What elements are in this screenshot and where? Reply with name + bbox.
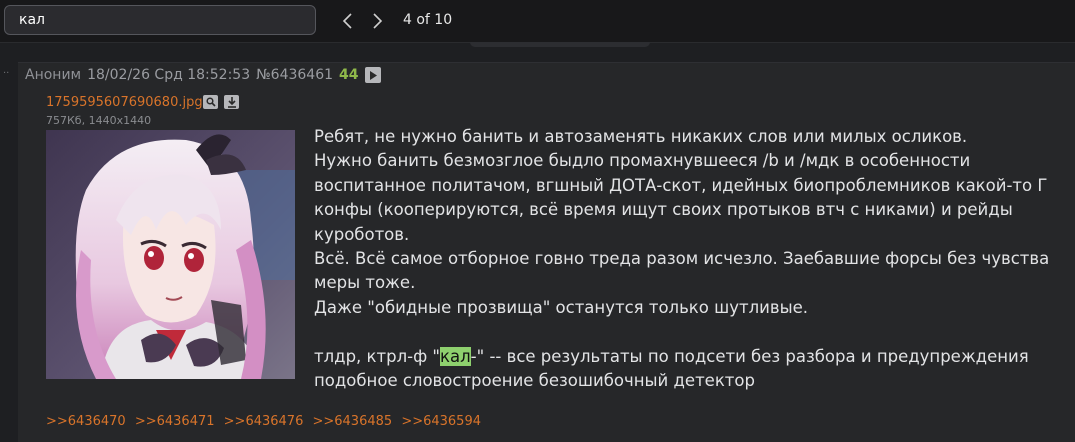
post-image-thumbnail[interactable]: [46, 130, 295, 379]
find-previous-button[interactable]: [336, 8, 360, 34]
post-text-line: куроботов.: [314, 224, 410, 244]
reply-link[interactable]: >>6436476: [224, 414, 304, 429]
post-body: Ребят, не нужно банить и автозаменять ни…: [314, 125, 1064, 393]
post-reply-count[interactable]: 44: [339, 67, 358, 83]
reply-link[interactable]: >>6436470: [46, 414, 126, 429]
find-result-count: 4 of 10: [403, 12, 453, 28]
play-icon: [369, 70, 377, 80]
post-text-blank: [314, 320, 1064, 344]
post-menu-button[interactable]: [364, 67, 381, 83]
find-match-highlight: кал: [440, 346, 471, 366]
download-button[interactable]: [224, 95, 239, 109]
post-text-fragment: -" -- все результаты по подсети без разб…: [470, 346, 1029, 366]
download-icon: [227, 96, 236, 108]
chevron-left-icon: [342, 13, 352, 29]
post-text-line: Ребят, не нужно банить и автозаменять ни…: [314, 127, 968, 146]
post-text-line: Всё. Всё самое отборное говно треда разо…: [314, 249, 1050, 269]
post-replies: >>6436470 >>6436471 >>6436476 >>6436485 …: [46, 414, 486, 429]
post-date: 18/02/26 Срд 18:52:53: [87, 67, 251, 83]
find-bar: 4 of 10: [0, 0, 1075, 42]
anime-girl-image: [46, 130, 295, 379]
post-text-line: тлдр, ктрл-ф "кал-" -- все результаты по…: [314, 345, 1064, 369]
post-text-line: Даже "обидные прозвища" останутся только…: [314, 297, 809, 317]
post-author: Аноним: [25, 67, 82, 83]
chevron-right-icon: [373, 13, 383, 29]
post-text-fragment: тлдр, ктрл-ф ": [314, 346, 441, 366]
post-drag-handle[interactable]: ··: [3, 68, 9, 79]
post-text-line: конфы (кооперируются, всё время ищут сво…: [314, 200, 1013, 220]
post-header: Аноним 18/02/26 Срд 18:52:53 №6436461 44: [25, 67, 381, 83]
find-next-button[interactable]: [365, 8, 389, 34]
post-number[interactable]: №6436461: [256, 67, 333, 83]
tab-strip-edge: [470, 42, 650, 47]
file-meta: 757Кб, 1440x1440: [46, 114, 152, 127]
reply-link[interactable]: >>6436594: [401, 414, 481, 429]
search-icon: [205, 97, 216, 107]
find-input[interactable]: [4, 5, 316, 35]
post-text-line: воспитанное политачом, вгшный ДОТА-скот,…: [314, 175, 1048, 195]
image-search-button[interactable]: [203, 95, 218, 109]
post-text-line: меры тоже.: [314, 273, 416, 293]
file-name-link[interactable]: 1759595607690680.jpg: [46, 95, 203, 110]
reply-link[interactable]: >>6436471: [135, 414, 215, 429]
reply-link[interactable]: >>6436485: [312, 414, 392, 429]
post-text-line: подобное словостроение безошибочный дете…: [314, 371, 755, 391]
post-text-line: Нужно банить безмозглое быдло промахнувш…: [314, 151, 971, 171]
